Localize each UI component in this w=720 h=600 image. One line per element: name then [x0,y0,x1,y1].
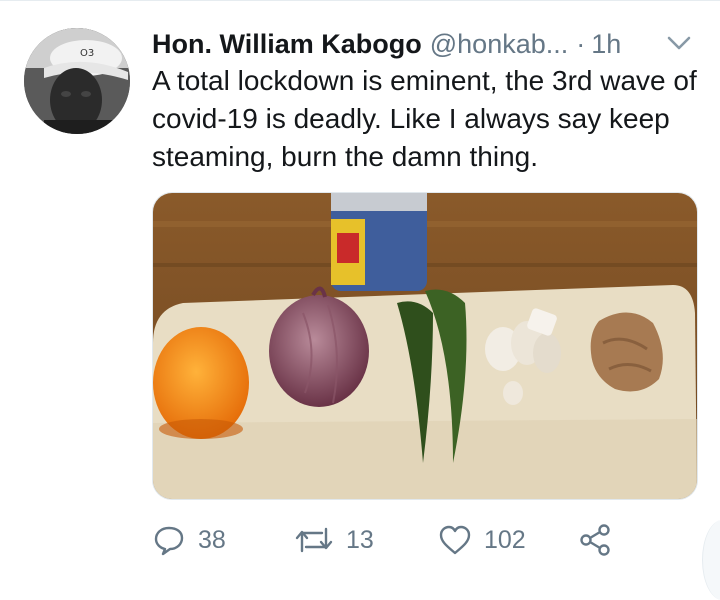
retweet-icon [294,523,334,557]
chevron-down-icon[interactable] [664,30,694,56]
avatar-photo: O3 [24,28,130,134]
svg-text:O3: O3 [80,48,94,59]
tweet-time[interactable]: 1h [591,29,621,60]
separator-dot: · [576,28,586,59]
tweet-media-photo[interactable] [152,192,698,500]
floating-button-edge[interactable] [702,520,720,600]
retweet-button[interactable]: 13 [294,518,374,562]
reply-icon [152,523,186,557]
tweet-text: A total lockdown is eminent, the 3rd wav… [152,65,697,172]
author-name[interactable]: Hon. William Kabogo [152,29,422,60]
retweet-count: 13 [346,525,374,554]
share-button[interactable] [578,518,612,562]
reply-button[interactable]: 38 [152,518,226,562]
like-button[interactable]: 102 [438,518,526,562]
tweet-header: Hon. William Kabogo @honkab... · 1h [152,26,621,62]
heart-icon [438,524,472,556]
avatar[interactable]: O3 [24,28,130,134]
reply-count: 38 [198,525,226,554]
tweet-actions: 38 13 102 [152,518,652,562]
author-handle[interactable]: @honkab... [430,29,569,60]
media-image [153,193,697,499]
like-count: 102 [484,525,526,554]
tweet-card[interactable]: O3 Hon. William Kabogo @honkab... · 1h A… [0,0,720,600]
top-divider [0,0,720,1]
share-icon [578,523,612,557]
